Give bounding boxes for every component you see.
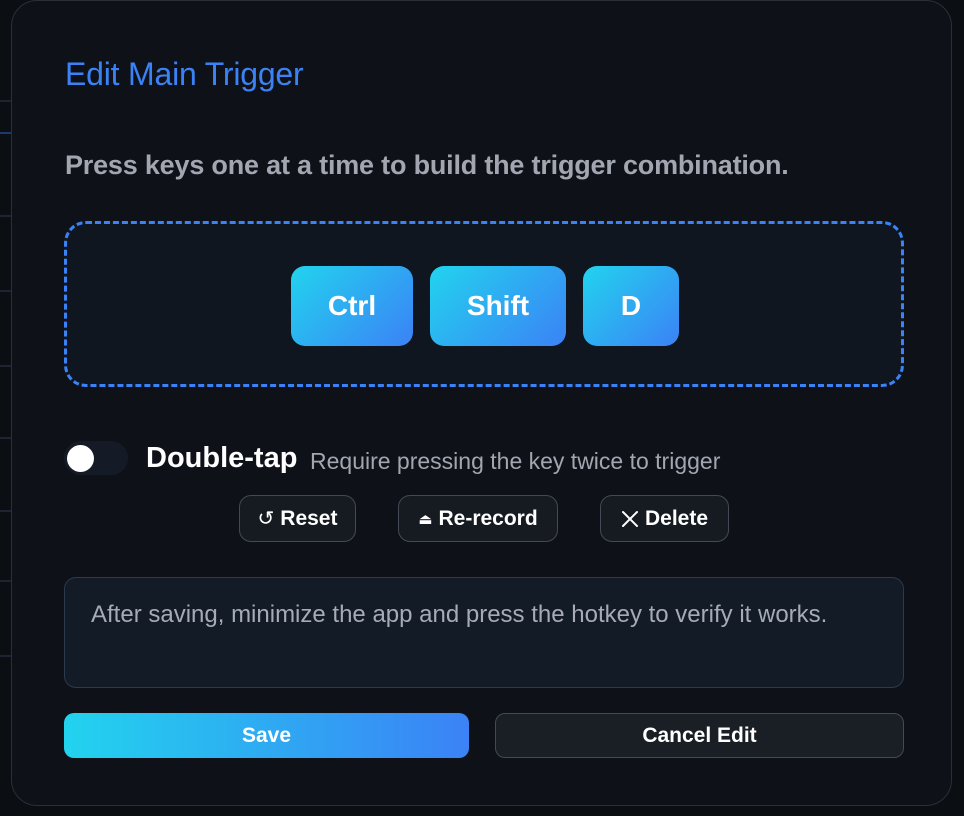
delete-button-label: Delete xyxy=(644,506,709,530)
cancel-edit-button[interactable]: Cancel Edit xyxy=(495,713,904,758)
double-tap-description: Require pressing the key twice to trigge… xyxy=(310,448,721,474)
info-box: After saving, minimize the app and press… xyxy=(64,577,904,688)
key-chip-d: D xyxy=(583,266,679,346)
edit-trigger-dialog: Edit Main Trigger Press keys one at a ti… xyxy=(11,0,952,806)
key-chip-ctrl: Ctrl xyxy=(291,266,413,346)
delete-button[interactable]: Delete xyxy=(600,495,729,542)
rerecord-button[interactable]: ⏏ Re-record xyxy=(398,495,558,542)
reset-icon: ↺ xyxy=(257,508,275,530)
reset-button[interactable]: ↺ Reset xyxy=(239,495,356,542)
double-tap-label: Double-tap xyxy=(146,442,298,474)
key-capture-area[interactable]: Ctrl Shift D xyxy=(64,221,904,387)
rerecord-button-label: Re-record xyxy=(438,506,538,530)
dialog-instruction: Press keys one at a time to build the tr… xyxy=(65,150,789,180)
dialog-title: Edit Main Trigger xyxy=(65,56,304,92)
key-chip-shift: Shift xyxy=(430,266,566,346)
save-button[interactable]: Save xyxy=(64,713,469,758)
close-icon xyxy=(621,510,639,528)
toggle-knob xyxy=(67,445,94,472)
eject-icon: ⏏ xyxy=(418,510,433,528)
reset-button-label: Reset xyxy=(280,506,338,530)
double-tap-toggle[interactable] xyxy=(64,441,128,475)
